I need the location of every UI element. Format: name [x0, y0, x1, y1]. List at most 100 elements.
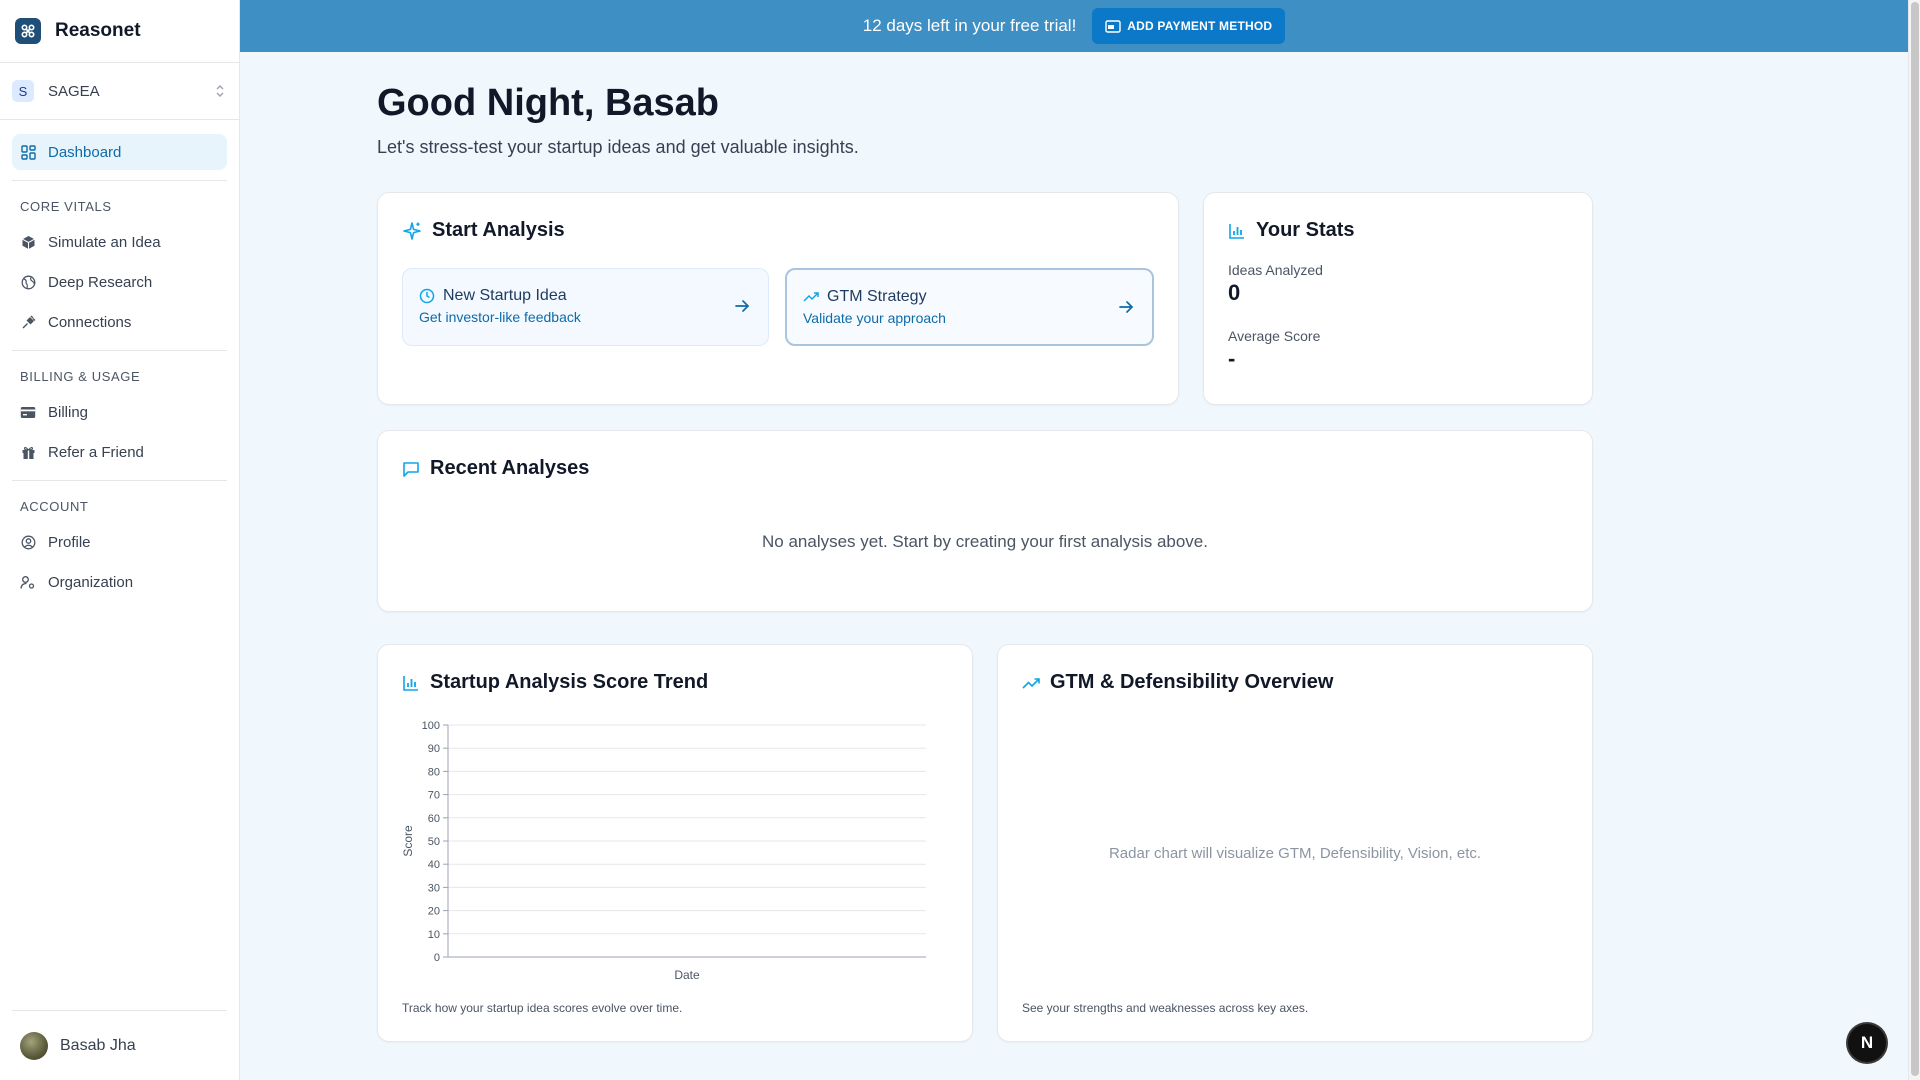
scrollbar-thumb[interactable] — [1911, 2, 1919, 1076]
sidebar-item-dashboard[interactable]: Dashboard — [12, 134, 227, 170]
arrow-right-icon — [1118, 299, 1134, 315]
sidebar-item-label: Profile — [48, 533, 91, 551]
y-axis-label: Score — [401, 825, 415, 857]
trial-banner: 12 days left in your free trial! ADD PAY… — [240, 0, 1908, 52]
start-analysis-card: Start Analysis New Startup Idea Get inve… — [377, 192, 1179, 405]
trial-banner-text: 12 days left in your free trial! — [862, 16, 1077, 35]
sidebar-item-label: Dashboard — [48, 143, 122, 161]
sidebar-item-simulate-idea[interactable]: Simulate an Idea — [12, 224, 227, 260]
y-tick-label: 70 — [428, 790, 440, 802]
section-label-account: ACCOUNT — [20, 499, 89, 514]
sidebar-item-label: Deep Research — [48, 273, 153, 291]
trending-up-icon — [1022, 674, 1040, 692]
plug-icon — [20, 314, 36, 330]
action-title-text: GTM Strategy — [827, 288, 927, 305]
message-square-icon — [402, 460, 420, 478]
radar-placeholder-text: Radar chart will visualize GTM, Defensib… — [1108, 845, 1482, 862]
action-subtitle: Validate your approach — [803, 310, 946, 326]
y-tick-label: 0 — [434, 952, 440, 964]
sidebar-item-connections[interactable]: Connections — [12, 304, 227, 340]
recent-analyses-card: Recent Analyses No analyses yet. Start b… — [377, 430, 1593, 612]
sidebar-item-deep-research[interactable]: Deep Research — [12, 264, 227, 300]
divider — [12, 350, 227, 351]
average-score-label: Average Score — [1228, 328, 1321, 344]
globe-icon — [20, 274, 36, 290]
user-menu[interactable]: Basab Jha — [12, 1010, 227, 1080]
sidebar-item-billing[interactable]: Billing — [12, 394, 227, 430]
ideas-analyzed-label: Ideas Analyzed — [1228, 262, 1323, 278]
score-trend-chart: 0 10 20 30 40 50 60 70 80 90 100 Date Score — [401, 720, 926, 982]
gtm-overview-card: GTM & Defensibility Overview Radar chart… — [997, 644, 1593, 1042]
gtm-strategy-button[interactable]: GTM Strategy Validate your approach — [785, 268, 1154, 346]
sidebar-item-organization[interactable]: Organization — [12, 564, 227, 600]
empty-state-text: No analyses yet. Start by creating your … — [762, 532, 1208, 551]
arrow-right-icon — [734, 298, 750, 314]
gift-icon — [20, 444, 36, 460]
gtm-overview-title: GTM & Defensibility Overview — [1022, 671, 1568, 694]
divider — [12, 480, 227, 481]
sidebar-item-profile[interactable]: Profile — [12, 524, 227, 560]
action-subtitle: Get investor-like feedback — [419, 309, 581, 325]
page-title: Good Night, Basab — [377, 82, 719, 124]
divider — [12, 180, 227, 181]
y-tick-label: 10 — [428, 929, 440, 941]
sidebar-item-label: Organization — [48, 573, 134, 591]
payment-card-icon — [1105, 19, 1121, 33]
y-tick-label: 50 — [428, 836, 440, 848]
action-title: New Startup Idea — [419, 287, 752, 305]
page-subtitle: Let's stress-test your startup ideas and… — [377, 137, 859, 157]
card-title-text: Your Stats — [1256, 219, 1355, 241]
score-trend-title: Startup Analysis Score Trend — [402, 671, 948, 694]
trending-up-icon — [803, 289, 819, 305]
score-trend-card: Startup Analysis Score Trend 0 10 20 30 40 50… — [377, 644, 973, 1042]
analysis-actions: New Startup Idea Get investor-like feedb… — [402, 268, 1154, 346]
sidebar: Reasonet S SAGEA Dashboard CORE VITALS S… — [0, 0, 240, 1080]
new-startup-idea-button[interactable]: New Startup Idea Get investor-like feedb… — [402, 268, 769, 346]
radar-caption: See your strengths and weaknesses across… — [1022, 1001, 1309, 1015]
stats-title: Your Stats — [1228, 219, 1568, 242]
score-trend-caption: Track how your startup idea scores evolv… — [402, 1001, 683, 1015]
user-circle-icon — [20, 534, 36, 550]
scrollbar[interactable] — [1908, 0, 1920, 1080]
chevron-up-down-icon — [215, 84, 225, 98]
x-axis-label: Date — [674, 968, 700, 982]
card-title-text: Recent Analyses — [430, 457, 590, 479]
card-title-text: Start Analysis — [432, 219, 565, 241]
sidebar-item-label: Connections — [48, 313, 132, 331]
sidebar-item-label: Billing — [48, 403, 89, 421]
org-switcher[interactable]: S SAGEA — [0, 63, 239, 120]
section-label-core-vitals: CORE VITALS — [20, 199, 112, 214]
credit-card-icon — [20, 404, 36, 420]
org-initial-badge: S — [12, 80, 34, 102]
next-devtools-button[interactable]: N — [1848, 1024, 1886, 1062]
bar-chart-icon — [402, 674, 420, 692]
y-tick-label: 100 — [422, 720, 440, 732]
dashboard-grid-icon — [20, 144, 36, 160]
clock-icon — [419, 288, 435, 304]
bar-chart-icon — [1228, 222, 1246, 240]
y-tick-label: 60 — [428, 813, 440, 825]
add-payment-method-label: ADD PAYMENT METHOD — [1127, 19, 1273, 33]
add-payment-method-button[interactable]: ADD PAYMENT METHOD — [1092, 8, 1286, 44]
y-tick-label: 30 — [428, 882, 440, 894]
sidebar-item-refer-friend[interactable]: Refer a Friend — [12, 434, 227, 470]
y-tick-label: 80 — [428, 766, 440, 778]
org-name: SAGEA — [48, 82, 100, 100]
section-label-billing: BILLING & USAGE — [20, 369, 141, 384]
avatar — [20, 1031, 48, 1060]
sidebar-nav: Dashboard CORE VITALS Simulate an Idea D… — [0, 120, 239, 600]
sidebar-item-label: Refer a Friend — [48, 443, 144, 461]
cube-icon — [20, 234, 36, 250]
main-content: Good Night, Basab Let's stress-test your… — [377, 52, 1593, 1042]
y-tick-label: 20 — [428, 906, 440, 918]
brand[interactable]: Reasonet — [0, 0, 239, 63]
y-tick-label: 40 — [428, 859, 440, 871]
y-tick-label: 90 — [428, 743, 440, 755]
user-cog-icon — [20, 574, 36, 590]
sidebar-item-label: Simulate an Idea — [48, 233, 161, 251]
card-title-text: GTM & Defensibility Overview — [1050, 671, 1334, 693]
stats-card: Your Stats Ideas Analyzed 0 Average Scor… — [1203, 192, 1593, 405]
app-name: Reasonet — [55, 20, 141, 41]
ideas-analyzed-value: 0 — [1228, 280, 1241, 305]
average-score-value: - — [1228, 346, 1236, 371]
